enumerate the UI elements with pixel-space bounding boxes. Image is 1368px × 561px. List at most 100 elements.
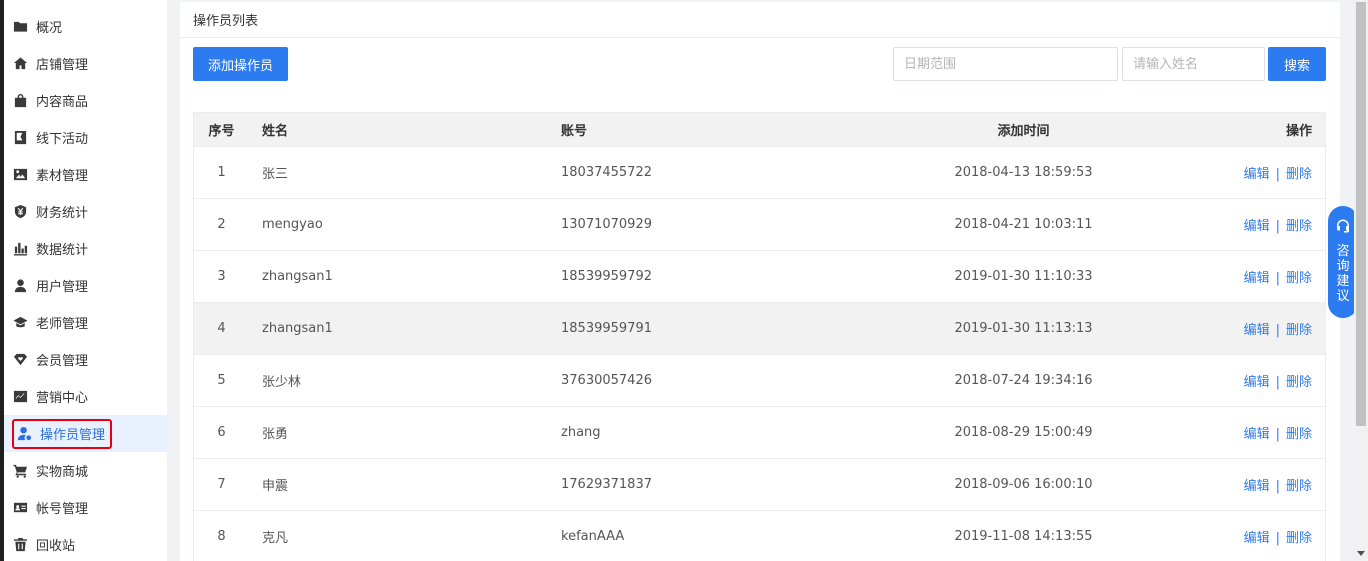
op-separator: | bbox=[1275, 323, 1280, 338]
sidebar-item-store[interactable]: 店铺管理 bbox=[4, 45, 167, 82]
add-operator-button[interactable]: 添加操作员 bbox=[193, 47, 288, 81]
sidebar-item-physical-mall[interactable]: 实物商城 bbox=[4, 452, 167, 489]
table-row: 7 申震 17629371837 2018-09-06 16:00:10 编辑 |… bbox=[194, 459, 1325, 511]
table-row: 2 mengyao 13071070929 2018-04-21 10:03:1… bbox=[194, 199, 1325, 251]
op-separator: | bbox=[1275, 531, 1280, 546]
sidebar-item-data-stats[interactable]: 数据统计 bbox=[4, 230, 167, 267]
name-search-input[interactable] bbox=[1122, 47, 1265, 81]
op-separator: | bbox=[1275, 167, 1280, 182]
sidebar-item-label: 数据统计 bbox=[36, 243, 89, 258]
sidebar-item-recycle-bin[interactable]: 回收站 bbox=[4, 526, 167, 561]
sidebar-item-members[interactable]: 会员管理 bbox=[4, 341, 167, 378]
cell-time: 2018-07-24 19:34:16 bbox=[954, 373, 1093, 388]
table-row: 8 克凡 kefanAAA 2019-11-08 14:13:55 编辑 | 删除 bbox=[194, 511, 1325, 561]
cell-index: 5 bbox=[217, 373, 226, 388]
cell-account: 37630057426 bbox=[561, 373, 652, 388]
cell-account: 18539959792 bbox=[561, 269, 652, 284]
edit-link[interactable]: 编辑 bbox=[1244, 167, 1270, 182]
op-separator: | bbox=[1275, 271, 1280, 286]
cell-index: 6 bbox=[217, 425, 226, 440]
cell-index: 1 bbox=[217, 165, 226, 180]
sidebar-item-content-goods[interactable]: 内容商品 bbox=[4, 82, 167, 119]
sidebar-item-accounts[interactable]: 帐号管理 bbox=[4, 489, 167, 526]
sidebar-item-label: 店铺管理 bbox=[36, 58, 89, 73]
bar-chart-icon bbox=[12, 241, 28, 257]
edit-link[interactable]: 编辑 bbox=[1244, 375, 1270, 390]
delete-link[interactable]: 删除 bbox=[1286, 219, 1312, 234]
search-button[interactable]: 搜索 bbox=[1268, 47, 1326, 81]
table-row: 4 zhangsan1 18539959791 2019-01-30 11:13… bbox=[194, 303, 1325, 355]
yuan-shield-icon bbox=[12, 204, 28, 220]
edit-link[interactable]: 编辑 bbox=[1244, 323, 1270, 338]
sidebar-item-label: 实物商城 bbox=[36, 465, 89, 480]
delete-link[interactable]: 删除 bbox=[1286, 323, 1312, 338]
cell-ops: 编辑 | 删除 bbox=[1186, 267, 1325, 286]
op-separator: | bbox=[1275, 219, 1280, 234]
sidebar-item-marketing[interactable]: 营销中心 bbox=[4, 378, 167, 415]
cell-name: zhangsan1 bbox=[262, 321, 333, 336]
sidebar-item-label: 用户管理 bbox=[36, 280, 89, 295]
edit-link[interactable]: 编辑 bbox=[1244, 427, 1270, 442]
sidebar-item-teachers[interactable]: 老师管理 bbox=[4, 304, 167, 341]
edit-link[interactable]: 编辑 bbox=[1244, 271, 1270, 286]
sidebar-item-overview[interactable]: 概况 bbox=[4, 8, 167, 45]
sidebar-item-label: 内容商品 bbox=[36, 95, 89, 110]
home-icon bbox=[12, 56, 28, 72]
sidebar-item-label: 回收站 bbox=[36, 539, 76, 554]
delete-link[interactable]: 删除 bbox=[1286, 479, 1312, 494]
date-range-input[interactable] bbox=[893, 47, 1118, 81]
edit-link[interactable]: 编辑 bbox=[1244, 479, 1270, 494]
cell-time: 2018-08-29 15:00:49 bbox=[954, 425, 1093, 440]
cell-account: 18037455722 bbox=[561, 165, 652, 180]
sidebar-item-label: 老师管理 bbox=[36, 317, 89, 332]
trend-chart-icon bbox=[12, 389, 28, 405]
trash-icon bbox=[12, 537, 28, 553]
table-row: 1 张三 18037455722 2018-04-13 18:59:53 编辑 |… bbox=[194, 147, 1325, 199]
cell-ops: 编辑 | 删除 bbox=[1186, 423, 1325, 442]
cell-index: 3 bbox=[217, 269, 226, 284]
scrollbar-thumb[interactable] bbox=[1356, 2, 1366, 426]
cell-time: 2018-09-06 16:00:10 bbox=[954, 477, 1093, 492]
id-card-icon bbox=[12, 500, 28, 516]
edit-link[interactable]: 编辑 bbox=[1244, 531, 1270, 546]
scroll-down-arrow-icon[interactable] bbox=[1357, 551, 1365, 556]
cell-account: 13071070929 bbox=[561, 217, 652, 232]
sidebar: 概况 店铺管理 内容商品 线下活动 素材管理 财务统计 数据统计 用户管理 老师… bbox=[0, 0, 167, 561]
op-separator: | bbox=[1275, 479, 1280, 494]
sidebar-item-materials[interactable]: 素材管理 bbox=[4, 156, 167, 193]
cell-time: 2018-04-13 18:59:53 bbox=[954, 165, 1093, 180]
cell-ops: 编辑 | 删除 bbox=[1186, 527, 1325, 546]
table-row: 6 张勇 zhang 2018-08-29 15:00:49 编辑 | 删除 bbox=[194, 407, 1325, 459]
edit-link[interactable]: 编辑 bbox=[1244, 219, 1270, 234]
diamond-heart-icon bbox=[12, 352, 28, 368]
delete-link[interactable]: 删除 bbox=[1286, 375, 1312, 390]
graduation-cap-icon bbox=[12, 315, 28, 331]
cell-name: mengyao bbox=[262, 217, 323, 232]
cell-index: 2 bbox=[217, 217, 226, 232]
operators-table: 序号 姓名 账号 添加时间 操作 1 张三 18037455722 2018-0… bbox=[193, 112, 1326, 561]
active-item-highlight bbox=[12, 419, 112, 449]
delete-link[interactable]: 删除 bbox=[1286, 271, 1312, 286]
sidebar-item-label: 营销中心 bbox=[36, 391, 89, 406]
sidebar-item-users[interactable]: 用户管理 bbox=[4, 267, 167, 304]
main-card: 操作员列表 添加操作员 搜索 序号 姓名 账号 添加时间 操作 1 张三 180… bbox=[180, 2, 1340, 561]
sidebar-item-finance[interactable]: 财务统计 bbox=[4, 193, 167, 230]
cell-ops: 编辑 | 删除 bbox=[1186, 319, 1325, 338]
delete-link[interactable]: 删除 bbox=[1286, 167, 1312, 182]
cell-ops: 编辑 | 删除 bbox=[1186, 371, 1325, 390]
header-ops: 操作 bbox=[1285, 124, 1312, 139]
cell-time: 2019-11-08 14:13:55 bbox=[954, 529, 1093, 544]
cell-name: 张勇 bbox=[262, 427, 289, 442]
cell-name: 张三 bbox=[262, 167, 289, 182]
cell-account: 18539959791 bbox=[561, 321, 652, 336]
cell-ops: 编辑 | 删除 bbox=[1186, 215, 1325, 234]
delete-link[interactable]: 删除 bbox=[1286, 531, 1312, 546]
header-account: 账号 bbox=[561, 124, 588, 139]
cell-name: 申震 bbox=[262, 479, 289, 494]
cell-account: 17629371837 bbox=[561, 477, 652, 492]
delete-link[interactable]: 删除 bbox=[1286, 427, 1312, 442]
header-time: 添加时间 bbox=[997, 124, 1050, 139]
sidebar-item-offline-events[interactable]: 线下活动 bbox=[4, 119, 167, 156]
bag-icon bbox=[12, 93, 28, 109]
cell-index: 4 bbox=[217, 321, 226, 336]
